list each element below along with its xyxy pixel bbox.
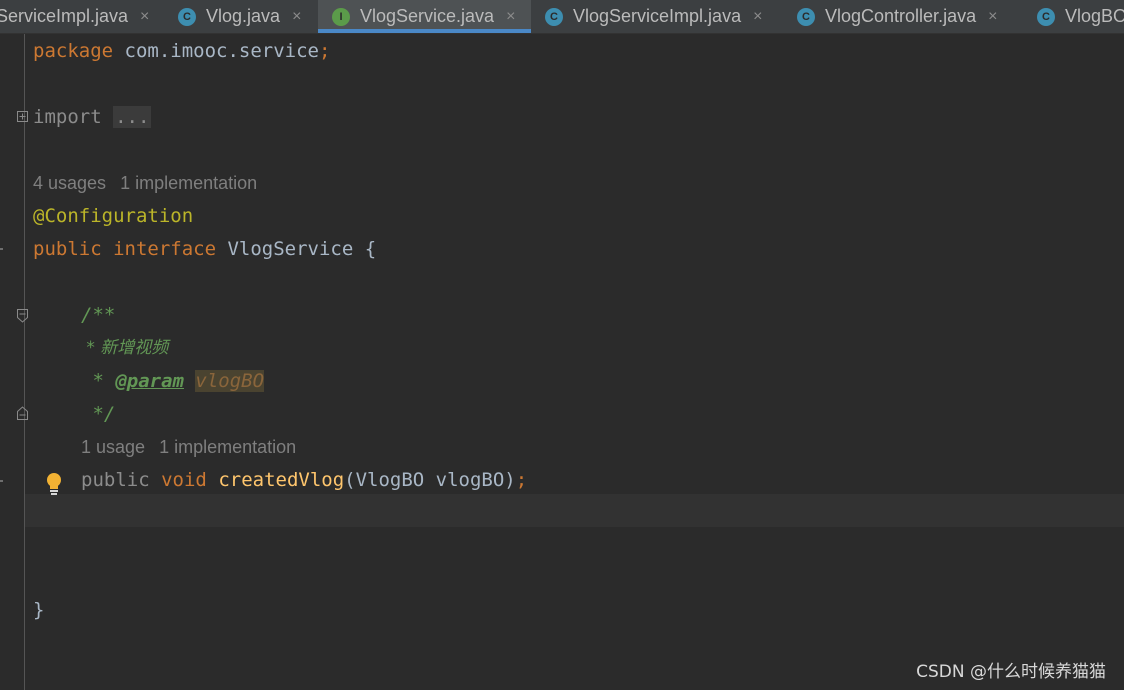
- folded-imports[interactable]: ...: [113, 106, 152, 128]
- fold-end-icon[interactable]: [17, 406, 28, 420]
- import-keyword: import: [33, 106, 102, 128]
- lightbulb-icon[interactable]: [44, 471, 64, 497]
- tab-vlogservice[interactable]: I VlogService.java ×: [318, 0, 531, 33]
- interface-file-icon: I: [332, 7, 350, 26]
- keyword: package: [33, 40, 114, 62]
- close-icon[interactable]: ×: [292, 8, 301, 26]
- implementations-link[interactable]: 1 implementation: [120, 173, 257, 193]
- current-line-highlight: [25, 494, 1124, 527]
- implementations-link[interactable]: 1 implementation: [159, 437, 296, 457]
- interface-name: VlogService {: [216, 238, 377, 260]
- doc-comment: /**: [81, 304, 116, 326]
- tab-vlogbo[interactable]: C VlogBO: [1037, 0, 1124, 33]
- class-file-icon: C: [545, 7, 563, 26]
- doc-param-name: vlogBO: [195, 370, 265, 392]
- usages-link[interactable]: 1 usage: [81, 437, 145, 457]
- doc-comment: * 新增视频: [81, 338, 169, 358]
- fold-collapse-icon[interactable]: [17, 309, 28, 323]
- tab-label: ServiceImpl.java: [0, 6, 129, 26]
- code-line-method[interactable]: public void createdVlog(VlogBO vlogBO);: [81, 464, 527, 497]
- tab-label: VlogService.java: [360, 6, 495, 26]
- tab-vlogserviceimpl[interactable]: C VlogServiceImpl.java ×: [545, 0, 762, 33]
- code-line-annotation[interactable]: @Configuration: [33, 200, 193, 233]
- code-line-interface[interactable]: public interface VlogService {: [33, 233, 376, 266]
- tab-label: Vlog.java: [206, 6, 281, 26]
- code-line-doc-desc[interactable]: * 新增视频: [81, 332, 168, 365]
- close-icon[interactable]: ×: [753, 8, 762, 26]
- gutter-mark: [0, 248, 3, 250]
- code-line-closing-brace[interactable]: }: [33, 594, 44, 627]
- doc-comment: */: [81, 403, 116, 425]
- tab-vlog[interactable]: C Vlog.java ×: [178, 0, 301, 33]
- editor-tab-bar: ServiceImpl.java × C Vlog.java × I VlogS…: [0, 0, 1124, 34]
- code-line-import[interactable]: import ...: [33, 101, 152, 134]
- class-file-icon: C: [797, 7, 815, 26]
- close-icon[interactable]: ×: [140, 8, 149, 26]
- class-file-icon: C: [1037, 7, 1055, 26]
- semicolon: ;: [318, 40, 331, 62]
- doc-comment: *: [81, 370, 116, 392]
- editor-gutter[interactable]: [0, 34, 25, 690]
- keyword: interface: [113, 238, 217, 260]
- usage-hint[interactable]: 4 usages 1 implementation: [33, 167, 271, 200]
- code-line-doc-param[interactable]: * @param vlogBO: [81, 365, 265, 398]
- code-line-package[interactable]: package com.imooc.service;: [33, 35, 330, 68]
- doc-param-tag: @param: [115, 370, 184, 392]
- keyword: public: [33, 238, 102, 260]
- code-line-doc-open[interactable]: /**: [81, 299, 115, 332]
- package-name: com.imooc.service: [113, 40, 319, 62]
- tab-label: VlogServiceImpl.java: [573, 6, 742, 26]
- watermark: CSDN @什么时候养猫猫: [916, 662, 1106, 682]
- keyword: void: [161, 469, 207, 491]
- usage-hint[interactable]: 1 usage 1 implementation: [81, 431, 310, 464]
- closing-brace: }: [33, 599, 45, 621]
- tab-vlogcontroller[interactable]: C VlogController.java ×: [797, 0, 997, 33]
- close-icon[interactable]: ×: [988, 8, 997, 26]
- method-params: (VlogBO vlogBO): [344, 469, 516, 491]
- semicolon: ;: [515, 469, 528, 491]
- class-file-icon: C: [178, 7, 196, 26]
- code-line-doc-close[interactable]: */: [81, 398, 115, 431]
- keyword: public: [81, 469, 150, 491]
- tab-serviceimpl[interactable]: ServiceImpl.java ×: [0, 0, 149, 33]
- close-icon[interactable]: ×: [506, 8, 515, 26]
- tab-label: VlogController.java: [825, 6, 977, 26]
- method-name: createdVlog: [218, 469, 345, 491]
- gutter-mark: [0, 480, 3, 482]
- tab-label: VlogBO: [1065, 6, 1124, 26]
- fold-expand-icon[interactable]: [17, 111, 28, 122]
- usages-link[interactable]: 4 usages: [33, 173, 106, 193]
- annotation: @Configuration: [33, 205, 194, 227]
